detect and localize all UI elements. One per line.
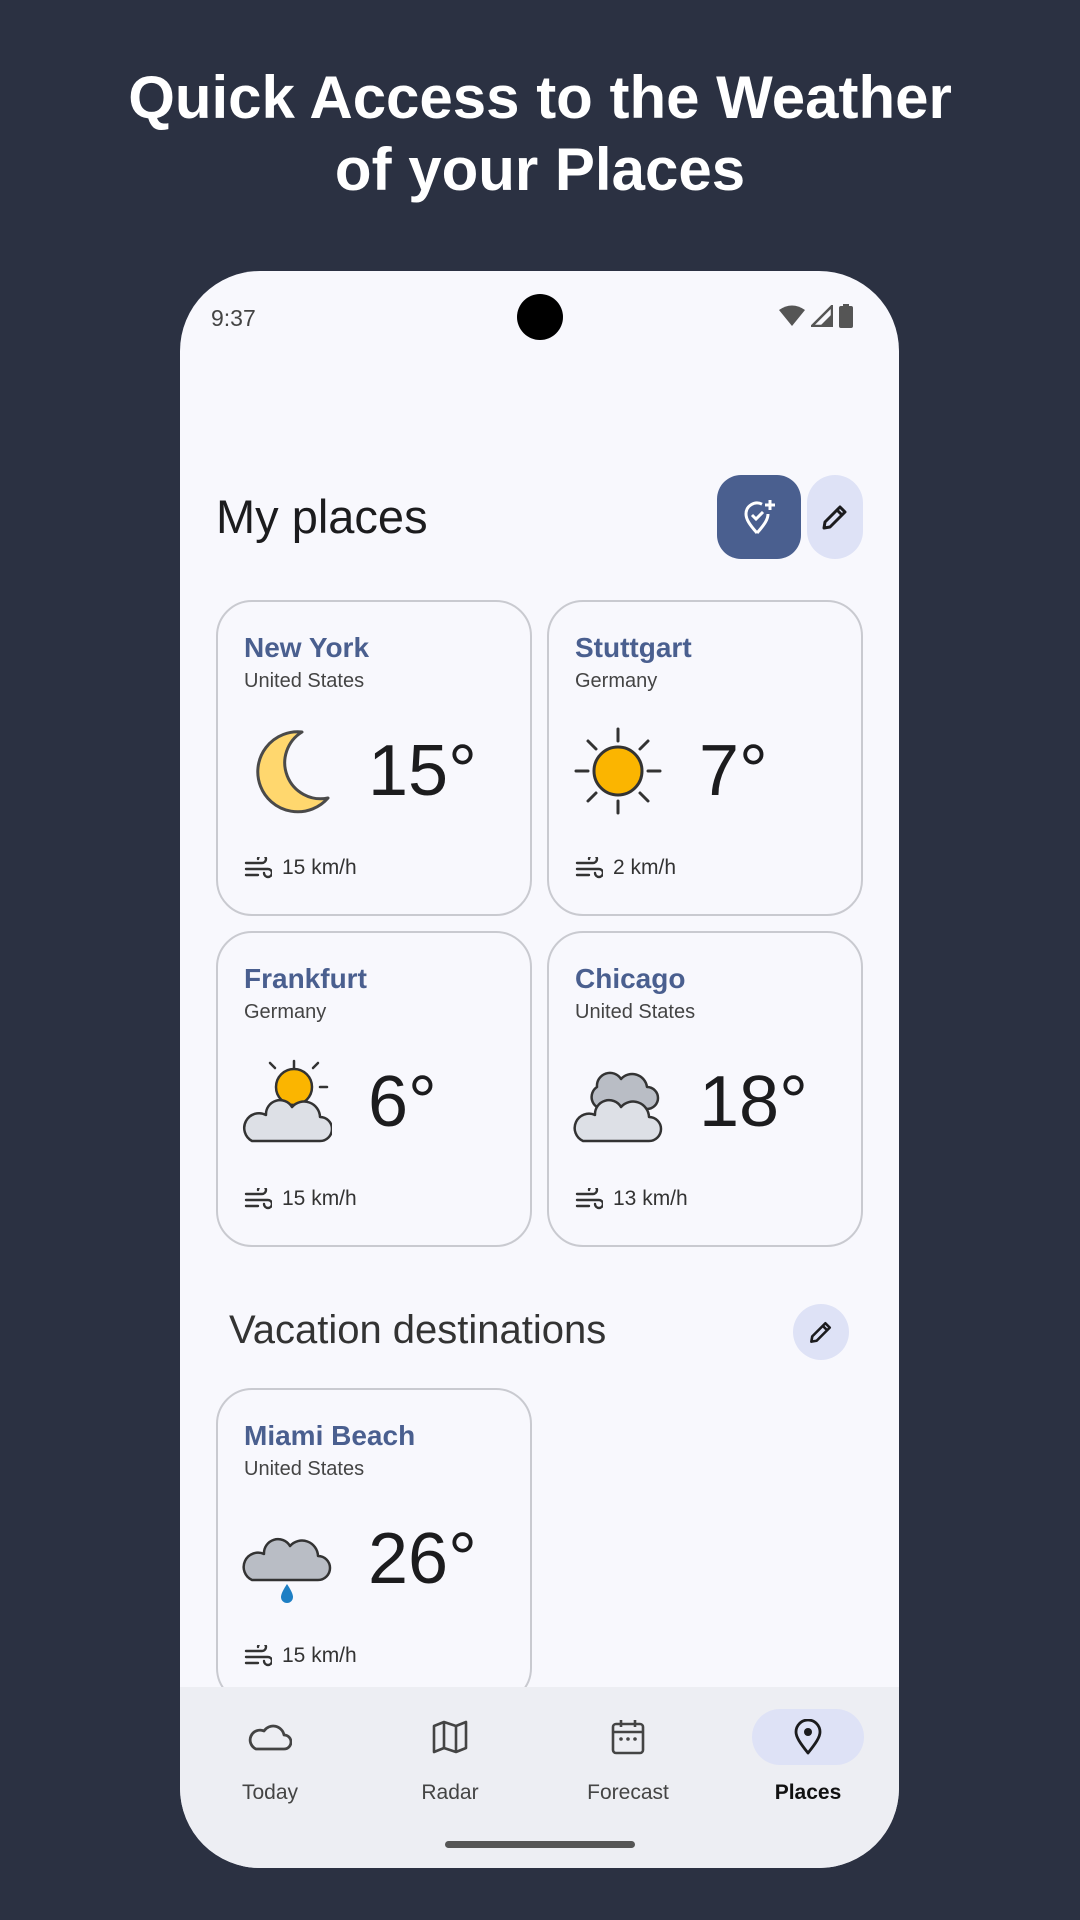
- headline-line-2: of your Places: [334, 136, 746, 203]
- nav-label-radar: Radar: [421, 1781, 479, 1804]
- city-name: Stuttgart: [575, 632, 692, 663]
- wind-speed: 2 km/h: [575, 856, 676, 880]
- vacation-destinations-title: Vacation destinations: [229, 1308, 607, 1352]
- signal-icon: [811, 305, 833, 327]
- city-name: Miami Beach: [244, 1420, 416, 1451]
- rain-cloud-icon: [242, 1537, 332, 1603]
- wifi-icon: [779, 305, 805, 326]
- wind-speed-value: 2 km/h: [613, 856, 677, 879]
- nav-today-pill: [214, 1709, 326, 1765]
- wind-speed-value: 15 km/h: [282, 1187, 357, 1210]
- my-places-title: My places: [216, 490, 428, 543]
- status-time: 9:37: [211, 305, 256, 331]
- headline-line-1: Quick Access to the Weather: [128, 64, 952, 131]
- temperature: 7°: [699, 731, 768, 811]
- wind-speed: 15 km/h: [244, 1187, 357, 1211]
- edit-places-button[interactable]: [807, 475, 863, 559]
- sun-icon: [574, 727, 662, 815]
- temperature: 6°: [368, 1062, 437, 1142]
- place-card-stuttgart[interactable]: Stuttgart Germany 7° 2 km/h: [547, 600, 863, 916]
- cloud-icon: [248, 1724, 292, 1751]
- nav-radar-pill: [394, 1709, 506, 1765]
- place-card-miami-beach[interactable]: Miami Beach United States 26° 15 km/h: [216, 1388, 532, 1704]
- wind-speed: 15 km/h: [244, 856, 357, 880]
- wind-speed: 13 km/h: [575, 1187, 688, 1211]
- moon-icon: [256, 730, 330, 814]
- location-pin-icon: [794, 1719, 822, 1755]
- country-name: United States: [575, 1001, 696, 1023]
- calendar-icon: [611, 1720, 645, 1755]
- temperature: 26°: [368, 1519, 477, 1599]
- country-name: Germany: [575, 670, 658, 692]
- partly-cloudy-icon: [242, 1059, 332, 1143]
- wind-speed-value: 15 km/h: [282, 856, 357, 879]
- battery-icon: [839, 304, 853, 328]
- nav-places-pill: [752, 1709, 864, 1765]
- pencil-icon: [810, 1321, 832, 1343]
- wind-speed: 15 km/h: [244, 1644, 357, 1668]
- country-name: Germany: [244, 1001, 327, 1023]
- country-name: United States: [244, 670, 365, 692]
- wind-icon: [244, 1645, 272, 1667]
- nav-forecast-pill: [572, 1709, 684, 1765]
- phone-screen: 9:37 My places New York United States 15…: [180, 271, 899, 1868]
- nav-item-radar[interactable]: Radar: [375, 1709, 525, 1819]
- pencil-icon: [822, 505, 847, 530]
- city-name: Frankfurt: [244, 963, 367, 994]
- nav-label-forecast: Forecast: [587, 1781, 669, 1804]
- promo-headline: Quick Access to the Weather of your Plac…: [0, 62, 1080, 206]
- city-name: Chicago: [575, 963, 686, 994]
- nav-label-today: Today: [241, 1781, 299, 1804]
- place-card-new-york[interactable]: New York United States 15° 15 km/h: [216, 600, 532, 916]
- place-card-chicago[interactable]: Chicago United States 18° 13 km/h: [547, 931, 863, 1247]
- cloudy-icon: [573, 1071, 663, 1143]
- wind-speed-value: 13 km/h: [613, 1187, 688, 1210]
- wind-speed-value: 15 km/h: [282, 1644, 357, 1667]
- nav-item-forecast[interactable]: Forecast: [553, 1709, 703, 1819]
- map-icon: [432, 1720, 468, 1754]
- wind-icon: [575, 857, 603, 879]
- edit-vacation-button[interactable]: [793, 1304, 849, 1360]
- add-location-icon: [744, 500, 775, 534]
- wind-icon: [244, 1188, 272, 1210]
- add-place-button[interactable]: [717, 475, 801, 559]
- temperature: 15°: [368, 731, 477, 811]
- wind-icon: [575, 1188, 603, 1210]
- home-indicator: [445, 1841, 635, 1848]
- status-icons: [779, 304, 853, 328]
- nav-label-places: Places: [774, 1781, 842, 1804]
- temperature: 18°: [699, 1062, 808, 1142]
- nav-item-places[interactable]: Places: [733, 1709, 883, 1819]
- city-name: New York: [244, 632, 370, 663]
- nav-item-today[interactable]: Today: [195, 1709, 345, 1819]
- country-name: United States: [244, 1458, 365, 1480]
- place-card-frankfurt[interactable]: Frankfurt Germany 6° 15 km/h: [216, 931, 532, 1247]
- camera-cutout: [517, 294, 563, 340]
- wind-icon: [244, 857, 272, 879]
